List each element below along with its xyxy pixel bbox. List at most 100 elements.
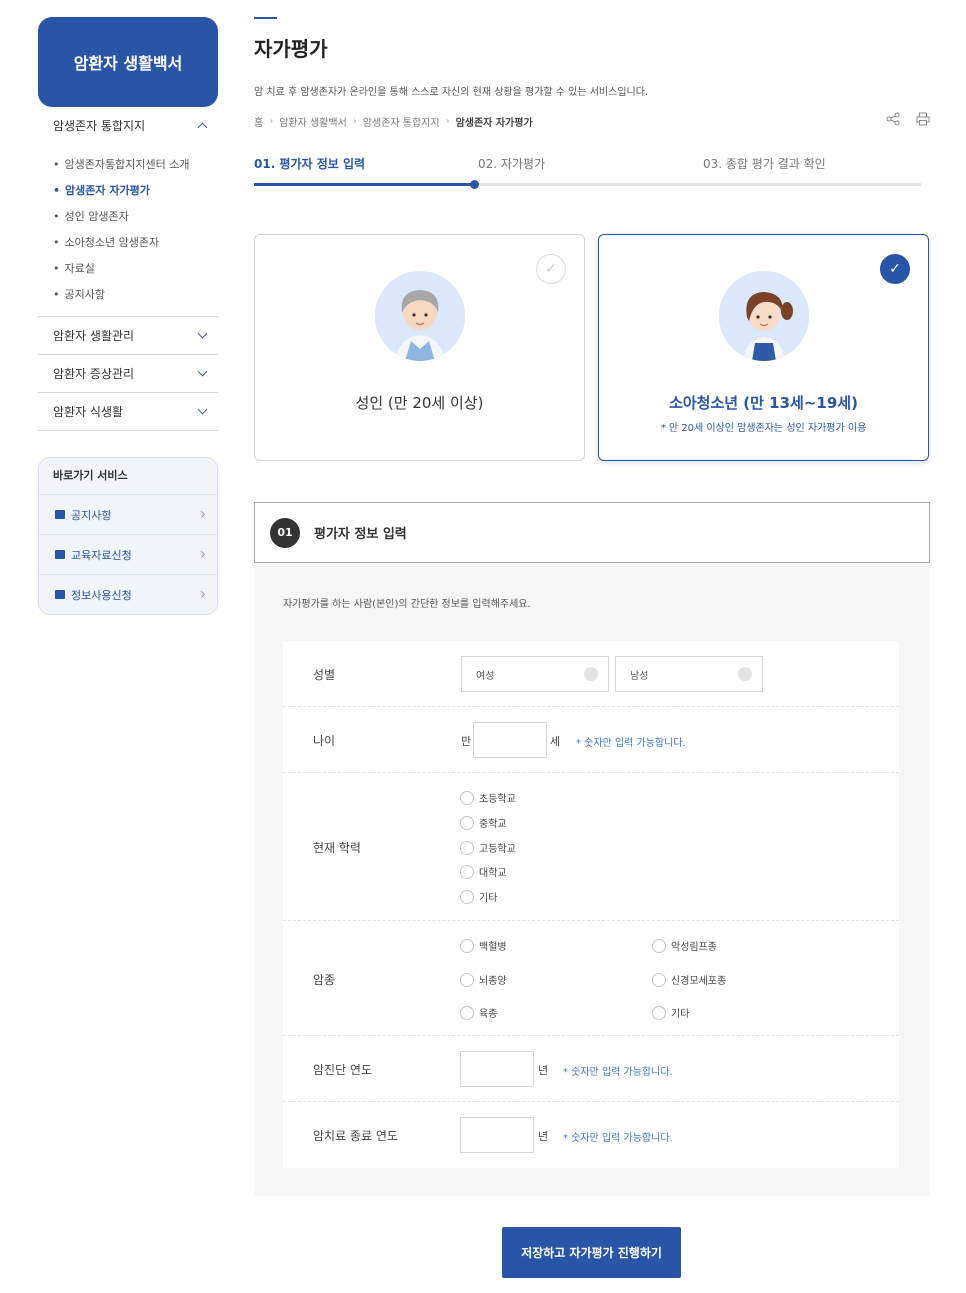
radio-label: 중학교 bbox=[479, 819, 507, 830]
save-and-continue-button[interactable]: 저장하고 자가평가 진행하기 bbox=[502, 1227, 681, 1278]
menu-group: 암환자 증상관리 bbox=[38, 355, 218, 393]
education-label: 현재 학력 bbox=[313, 841, 361, 855]
check-icon: ✓ bbox=[536, 254, 566, 284]
share-icon[interactable] bbox=[886, 112, 900, 126]
menu-group-header[interactable]: 암생존자 통합지지 bbox=[38, 107, 218, 144]
gender-option-label: 여성 bbox=[476, 670, 495, 682]
youth-card-title: 소아청소년 (만 13세~19세) bbox=[669, 394, 858, 412]
end-year-suffix: 년 bbox=[538, 1130, 549, 1143]
quick-link-label: 교육자료신청 bbox=[71, 548, 132, 562]
quick-link-notice[interactable]: 공지사항 bbox=[39, 494, 217, 534]
radio-label: 뇌종양 bbox=[479, 976, 507, 987]
info-form: 성별 여성 남성 나이 만 세 * 숫자만 입력 가능합니다. 현재 학력 초등… bbox=[283, 641, 899, 1168]
progress-dot bbox=[470, 180, 479, 189]
submenu-item[interactable]: 암생존자통합지지센터 소개 bbox=[53, 152, 218, 178]
quick-service-box: 바로가기 서비스 공지사항 교육자료신청 정보사용신청 bbox=[38, 457, 218, 615]
section-title: 평가자 정보 입력 bbox=[314, 527, 407, 542]
quick-link-education[interactable]: 교육자료신청 bbox=[39, 534, 217, 574]
check-icon: ✓ bbox=[880, 254, 910, 284]
education-option[interactable]: 중학교 bbox=[460, 815, 507, 830]
quick-service-title: 바로가기 서비스 bbox=[53, 469, 128, 482]
submenu: 암생존자통합지지센터 소개 암생존자 자가평가 성인 암생존자 소아청소년 암생… bbox=[38, 144, 218, 316]
quick-link-label: 정보사용신청 bbox=[71, 588, 132, 602]
chevron-down-icon bbox=[197, 404, 208, 415]
sidebar: 암환자 생활백서 암생존자 통합지지 암생존자통합지지센터 소개 암생존자 자가… bbox=[38, 17, 218, 615]
submenu-item[interactable]: 성인 암생존자 bbox=[53, 204, 218, 230]
cancer-option[interactable]: 신경모세포종 bbox=[652, 972, 726, 987]
menu-group-label: 암환자 생활관리 bbox=[53, 329, 135, 343]
menu-group-header[interactable]: 암환자 식생활 bbox=[38, 393, 218, 430]
radio-icon bbox=[460, 1005, 474, 1020]
menu-group-header[interactable]: 암환자 증상관리 bbox=[38, 355, 218, 392]
education-option[interactable]: 초등학교 bbox=[460, 790, 516, 805]
age-prefix: 만 bbox=[461, 735, 472, 748]
breadcrumb-current: 암생존자 자가평가 bbox=[455, 118, 533, 129]
cancer-label: 암종 bbox=[313, 973, 336, 987]
end-year-input[interactable] bbox=[460, 1117, 534, 1153]
print-icon[interactable] bbox=[916, 112, 930, 126]
cancer-option[interactable]: 백혈병 bbox=[460, 938, 507, 953]
submenu-item[interactable]: 소아청소년 암생존자 bbox=[53, 230, 218, 256]
diagnosis-year-hint: * 숫자만 입력 가능합니다. bbox=[563, 1067, 673, 1078]
radio-label: 초등학교 bbox=[479, 794, 516, 805]
sidebar-brand[interactable]: 암환자 생활백서 bbox=[38, 17, 218, 107]
diagnosis-year-label: 암진단 연도 bbox=[313, 1063, 373, 1077]
submenu-item[interactable]: 공지사항 bbox=[53, 282, 218, 308]
education-option[interactable]: 대학교 bbox=[460, 864, 507, 879]
end-year-label: 암치료 종료 연도 bbox=[313, 1129, 398, 1143]
age-hint: * 숫자만 입력 가능합니다. bbox=[576, 738, 686, 749]
youth-card-note: * 만 20세 이상인 암생존자는 성인 자가평가 이용 bbox=[660, 423, 867, 434]
radio-icon bbox=[652, 972, 666, 987]
radio-label: 백혈병 bbox=[479, 942, 507, 953]
gender-option-label: 남성 bbox=[630, 670, 649, 682]
quick-link-label: 공지사항 bbox=[71, 508, 112, 522]
chevron-down-icon bbox=[197, 366, 208, 377]
cancer-option[interactable]: 육종 bbox=[460, 1005, 497, 1020]
section-header: 01 평가자 정보 입력 bbox=[254, 502, 930, 563]
breadcrumb-item[interactable]: 홈 bbox=[254, 114, 263, 129]
radio-label: 신경모세포종 bbox=[671, 976, 727, 987]
youth-card[interactable]: ✓ 소아청소년 (만 13세~19세) * 만 20세 이상인 암생존자는 성인… bbox=[598, 234, 929, 461]
education-option[interactable]: 기타 bbox=[460, 889, 497, 904]
cancer-option[interactable]: 기타 bbox=[652, 1005, 689, 1020]
form-description: 자가평가를 하는 사람(본인)의 간단한 정보를 입력해주세요. bbox=[283, 599, 531, 610]
quick-link-info-use[interactable]: 정보사용신청 bbox=[39, 574, 217, 614]
menu-group-label: 암환자 증상관리 bbox=[53, 367, 135, 381]
radio-icon bbox=[652, 1005, 666, 1020]
breadcrumb-separator-icon: › bbox=[445, 116, 450, 127]
radio-icon bbox=[652, 938, 666, 953]
adult-card-title: 성인 (만 20세 이상) bbox=[355, 394, 484, 412]
menu-group: 암환자 생활관리 bbox=[38, 317, 218, 355]
end-year-hint: * 숫자만 입력 가능합니다. bbox=[563, 1133, 673, 1144]
form-area: 자가평가를 하는 사람(본인)의 간단한 정보를 입력해주세요. 성별 여성 남… bbox=[254, 563, 930, 1196]
diagnosis-year-input[interactable] bbox=[460, 1051, 534, 1087]
radio-icon bbox=[460, 864, 474, 879]
breadcrumb-item[interactable]: 암생존자 통합지지 bbox=[363, 114, 440, 129]
menu-group-open: 암생존자 통합지지 암생존자통합지지센터 소개 암생존자 자가평가 성인 암생존… bbox=[38, 107, 218, 317]
step-3: 03. 종합 평가 결과 확인 bbox=[703, 157, 826, 171]
diagnosis-year-row: 암진단 연도 년 * 숫자만 입력 가능합니다. bbox=[283, 1036, 899, 1102]
education-option[interactable]: 고등학교 bbox=[460, 840, 516, 855]
adult-card[interactable]: ✓ 성인 (만 20세 이상) bbox=[254, 234, 585, 461]
gender-option-male[interactable]: 남성 bbox=[615, 656, 763, 692]
diagnosis-year-suffix: 년 bbox=[538, 1064, 549, 1077]
submenu-item[interactable]: 자료실 bbox=[53, 256, 218, 282]
cancer-option[interactable]: 뇌종양 bbox=[460, 972, 507, 987]
chevron-right-icon bbox=[197, 510, 206, 519]
age-input[interactable] bbox=[473, 722, 547, 758]
radio-icon bbox=[460, 972, 474, 987]
child-icon bbox=[718, 271, 809, 361]
cancer-option[interactable]: 악성림프종 bbox=[652, 938, 717, 953]
end-year-row: 암치료 종료 연도 년 * 숫자만 입력 가능합니다. bbox=[283, 1102, 899, 1168]
radio-icon bbox=[460, 840, 474, 855]
step-2: 02. 자가평가 bbox=[478, 157, 546, 171]
breadcrumb-separator-icon: › bbox=[269, 116, 274, 127]
menu-group-header[interactable]: 암환자 생활관리 bbox=[38, 317, 218, 354]
step-indicator: 01. 평가자 정보 입력 02. 자가평가 03. 종합 평가 결과 확인 bbox=[254, 155, 921, 191]
breadcrumb-item[interactable]: 암환자 생활백서 bbox=[279, 114, 347, 129]
radio-icon bbox=[460, 889, 474, 904]
radio-label: 대학교 bbox=[479, 868, 507, 879]
submenu-item-active[interactable]: 암생존자 자가평가 bbox=[53, 178, 218, 204]
gender-option-female[interactable]: 여성 bbox=[461, 656, 609, 692]
age-suffix: 세 bbox=[550, 735, 561, 748]
